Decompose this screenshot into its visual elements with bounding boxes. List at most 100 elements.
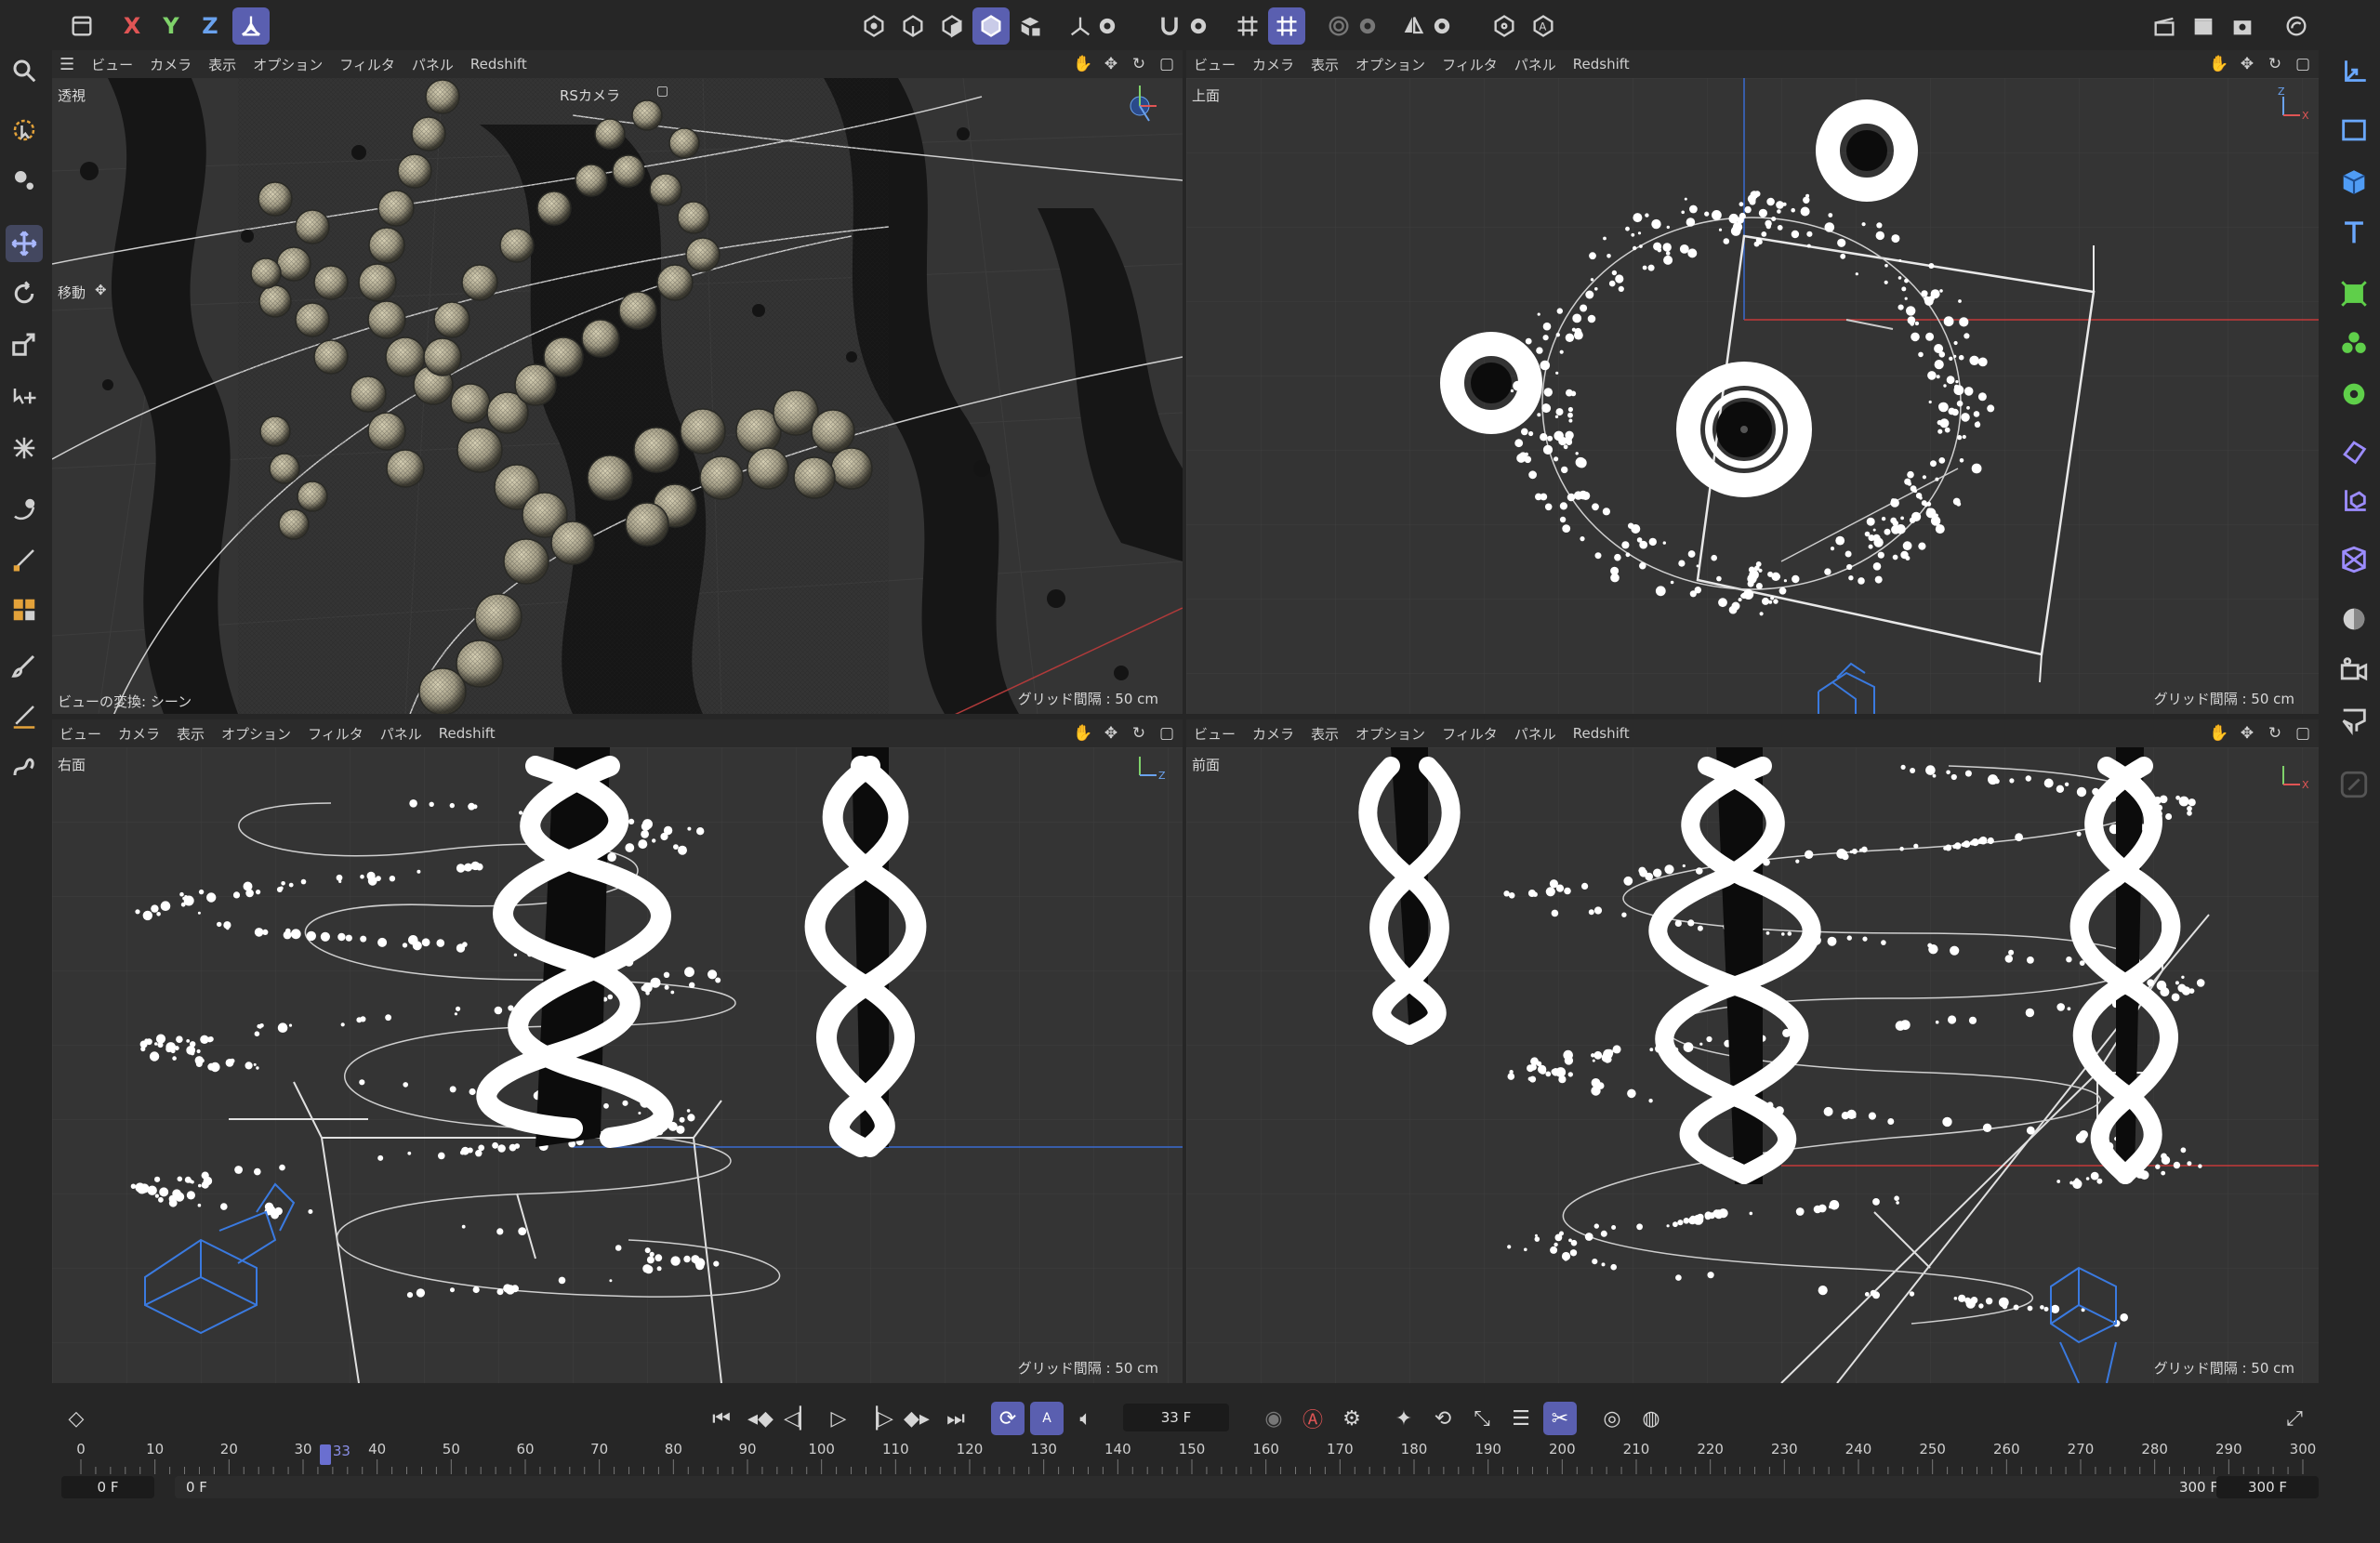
axis-z-lock-button[interactable]: Z	[193, 7, 227, 45]
move-view-icon[interactable]: ✥	[1101, 54, 1121, 74]
fracture-icon[interactable]	[2334, 539, 2374, 580]
snap-settings-icon[interactable]	[1184, 7, 1212, 45]
move-icon[interactable]	[6, 225, 43, 262]
paint-brush-icon[interactable]	[6, 647, 43, 684]
menu-panel[interactable]: パネル	[412, 55, 454, 74]
grid-snap-icon[interactable]	[1229, 7, 1266, 45]
fcurve-editor-icon[interactable]: ⤢	[2278, 1402, 2311, 1435]
menu-camera[interactable]: カメラ	[118, 724, 160, 744]
null-icon[interactable]	[2334, 481, 2374, 522]
menu-panel[interactable]: パネル	[1514, 55, 1556, 74]
viewport-canvas[interactable]: X	[1186, 747, 2319, 1383]
menu-view[interactable]: ビュー	[1194, 724, 1236, 744]
select-live-icon[interactable]	[6, 112, 43, 149]
render-view-icon[interactable]	[2185, 7, 2222, 45]
motion-system-icon[interactable]: ◎	[1595, 1402, 1629, 1435]
maximize-icon[interactable]: ▢	[1157, 54, 1177, 74]
menu-display[interactable]: 表示	[208, 55, 236, 74]
menu-camera[interactable]: カメラ	[1252, 724, 1294, 744]
menu-filter[interactable]: フィルタ	[339, 55, 395, 74]
menu-view[interactable]: ビュー	[1194, 55, 1236, 74]
point-mode-icon[interactable]	[855, 7, 892, 45]
menu-camera[interactable]: カメラ	[1252, 55, 1294, 74]
prev-key-icon[interactable]: ◂◆	[744, 1402, 777, 1435]
scale-icon[interactable]	[6, 325, 43, 363]
viewport-perspective[interactable]: ☰ ビュー カメラ 表示 オプション フィルタ パネル Redshift 透視 …	[52, 50, 1183, 714]
extrude-icon[interactable]	[6, 591, 43, 628]
panel-icon[interactable]	[63, 7, 100, 45]
workplane-icon[interactable]	[1268, 7, 1305, 45]
orbit-icon[interactable]: ↻	[1129, 54, 1149, 74]
coordinate-system-button[interactable]	[232, 7, 270, 45]
maximize-icon[interactable]: ▢	[2293, 723, 2313, 744]
select-settings-icon[interactable]	[6, 162, 43, 199]
magnet-brush-icon[interactable]	[6, 491, 43, 528]
cube-icon[interactable]	[2334, 162, 2374, 203]
transform-move-icon[interactable]	[6, 379, 43, 416]
mirror-settings-icon[interactable]	[1428, 7, 1456, 45]
knife-icon[interactable]	[6, 541, 43, 578]
mirror-icon[interactable]	[1395, 7, 1432, 45]
spline-icon[interactable]	[6, 747, 43, 785]
fps-icon[interactable]: A	[1030, 1402, 1064, 1435]
menu-panel[interactable]: パネル	[1514, 724, 1556, 744]
maximize-icon[interactable]: ▢	[1157, 723, 1177, 744]
rectangle-icon[interactable]	[2334, 110, 2374, 151]
menu-redshift[interactable]: Redshift	[1573, 725, 1630, 742]
camera-link-icon[interactable]: ▢	[656, 84, 668, 99]
orbit-icon[interactable]: ↻	[1129, 723, 1149, 744]
pan-icon[interactable]: ✋	[2209, 723, 2229, 744]
texture-mode-icon[interactable]	[1012, 7, 1049, 45]
viewport-front[interactable]: ビュー カメラ 表示 オプション フィルタ パネル Redshift X 前面 …	[1186, 719, 2319, 1383]
menu-display[interactable]: 表示	[177, 724, 205, 744]
transform-scale-icon[interactable]	[6, 429, 43, 467]
pan-icon[interactable]: ✋	[1073, 723, 1093, 744]
go-to-start-icon[interactable]: ⏮	[705, 1402, 738, 1435]
next-key-icon[interactable]: ◆▸	[900, 1402, 933, 1435]
redshift-icon[interactable]	[2278, 7, 2315, 45]
range-start-field[interactable]: 0 F	[61, 1476, 154, 1498]
axis-y-lock-button[interactable]: Y	[154, 7, 188, 45]
pan-icon[interactable]: ✋	[1073, 54, 1093, 74]
menu-display[interactable]: 表示	[1311, 724, 1339, 744]
menu-filter[interactable]: フィルタ	[1442, 55, 1498, 74]
axis-x-lock-button[interactable]: X	[115, 7, 149, 45]
timeline-ruler[interactable]: 0 10 20 30 40 50 60 70 80 90 100 110 120 130 140 150 160…	[48, 1439, 2324, 1480]
key-settings-icon[interactable]: ⚙	[1335, 1402, 1368, 1435]
menu-display[interactable]: 表示	[1311, 55, 1339, 74]
pan-icon[interactable]: ✋	[2209, 54, 2229, 74]
orbit-icon[interactable]: ↻	[2265, 54, 2285, 74]
hamburger-menu-icon[interactable]: ☰	[60, 55, 74, 74]
current-frame-field[interactable]: 33 F	[1123, 1404, 1229, 1431]
viewport-top[interactable]: ビュー カメラ 表示 オプション フィルタ パネル Redshift Z X 上…	[1186, 50, 2319, 714]
loop-icon[interactable]: ⟳	[991, 1402, 1025, 1435]
coordinates-icon[interactable]	[2334, 52, 2374, 93]
search-icon[interactable]	[6, 52, 43, 89]
key-param-icon[interactable]: ☰	[1504, 1402, 1538, 1435]
menu-view[interactable]: ビュー	[60, 724, 101, 744]
playhead[interactable]	[319, 1444, 331, 1465]
motion-clip-icon[interactable]: ◍	[1634, 1402, 1668, 1435]
menu-options[interactable]: オプション	[1355, 55, 1425, 74]
menu-view[interactable]: ビュー	[91, 55, 133, 74]
auto-key-icon[interactable]: Ⓐ	[1296, 1402, 1329, 1435]
prev-frame-icon[interactable]: ◁▏	[783, 1402, 816, 1435]
key-pla-icon[interactable]: ✂	[1543, 1402, 1577, 1435]
key-rotation-icon[interactable]: ⟲	[1426, 1402, 1460, 1435]
maximize-icon[interactable]: ▢	[2293, 54, 2313, 74]
viewport-canvas[interactable]: Z X	[1186, 78, 2319, 714]
menu-filter[interactable]: フィルタ	[308, 724, 364, 744]
menu-redshift[interactable]: Redshift	[439, 725, 496, 742]
edge-mode-icon[interactable]	[894, 7, 932, 45]
rotate-icon[interactable]	[6, 275, 43, 312]
camera-label[interactable]: RSカメラ	[560, 86, 620, 105]
render-settings-icon[interactable]	[2224, 7, 2261, 45]
object-mode-icon[interactable]	[972, 7, 1010, 45]
orbit-icon[interactable]: ↻	[2265, 723, 2285, 744]
key-position-icon[interactable]: ✦	[1387, 1402, 1421, 1435]
key-scale-icon[interactable]: ⤡	[1465, 1402, 1499, 1435]
viewport-canvas[interactable]: Z	[52, 747, 1183, 1383]
deformer-icon[interactable]	[2334, 431, 2374, 472]
move-view-icon[interactable]: ✥	[2237, 54, 2257, 74]
viewport-canvas[interactable]	[52, 77, 1183, 714]
